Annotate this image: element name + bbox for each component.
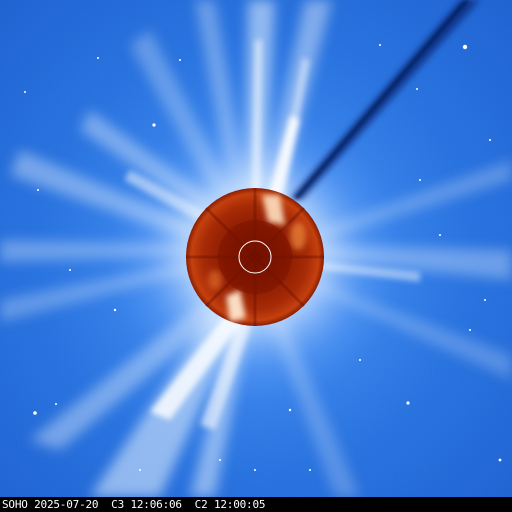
coronagraph-image [0, 0, 512, 497]
coronagraph-view: SOHO 2025-07-20 C3 12:06:06 C2 12:00:05 [0, 0, 512, 512]
caption-bar: SOHO 2025-07-20 C3 12:06:06 C2 12:00:05 [0, 497, 512, 512]
occulter-disk [186, 188, 324, 326]
timestamp-caption: SOHO 2025-07-20 C3 12:06:06 C2 12:00:05 [2, 498, 266, 511]
